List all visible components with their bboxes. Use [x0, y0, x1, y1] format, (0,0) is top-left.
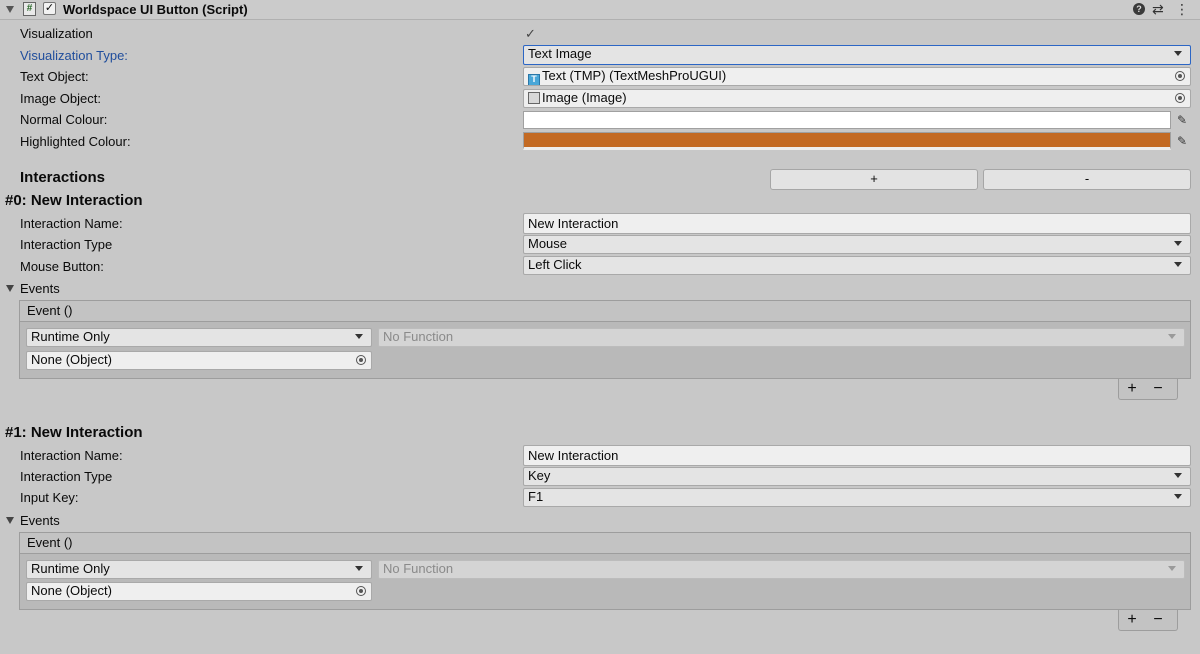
- component-title: Worldspace UI Button (Script): [63, 2, 248, 17]
- event-add-remove: + −: [1118, 610, 1178, 631]
- script-icon: #: [23, 2, 36, 16]
- event-add-remove: + −: [1118, 379, 1178, 400]
- add-event-button[interactable]: +: [1119, 379, 1145, 398]
- interaction-type-dropdown[interactable]: Mouse: [523, 235, 1191, 254]
- interaction-type-value: Mouse: [528, 236, 568, 251]
- input-key-label: Input Key:: [20, 490, 79, 505]
- runtime-value: Runtime Only: [31, 329, 110, 344]
- textmeshpro-icon: T: [528, 74, 540, 85]
- context-menu-icon[interactable]: ⋮: [1175, 0, 1189, 18]
- mouse-button-value: Left Click: [528, 257, 582, 272]
- foldout-arrow-icon[interactable]: [6, 6, 14, 13]
- highlighted-colour-label: Highlighted Colour:: [20, 134, 131, 149]
- text-object-field[interactable]: T Text (TMP) (TextMeshProUGUI): [523, 67, 1191, 86]
- chevron-down-icon: [1168, 566, 1176, 571]
- visualization-checkbox[interactable]: ✓: [525, 27, 538, 40]
- input-key-dropdown[interactable]: F1: [523, 488, 1191, 507]
- add-interaction-button[interactable]: +: [770, 169, 978, 190]
- remove-event-button[interactable]: −: [1145, 379, 1171, 398]
- event-object-field[interactable]: None (Object): [26, 582, 372, 601]
- add-event-button[interactable]: +: [1119, 610, 1145, 629]
- input-key-value: F1: [528, 489, 544, 504]
- interaction-name-label: Interaction Name:: [20, 216, 123, 231]
- help-icon[interactable]: ?: [1133, 3, 1145, 15]
- eyedropper-icon[interactable]: ✎: [1173, 111, 1191, 129]
- normal-colour-swatch[interactable]: [523, 111, 1171, 129]
- event-object-value: None (Object): [31, 352, 112, 367]
- object-picker-icon[interactable]: [1175, 93, 1185, 103]
- text-object-value: Text (TMP) (TextMeshProUGUI): [542, 68, 727, 83]
- interaction-type-dropdown[interactable]: Key: [523, 467, 1191, 486]
- runtime-value: Runtime Only: [31, 561, 110, 576]
- interaction-type-label: Interaction Type: [20, 237, 113, 252]
- chevron-down-icon: [1174, 241, 1182, 246]
- events-label: Events: [20, 281, 60, 296]
- interaction-type-value: Key: [528, 468, 551, 483]
- image-icon: [528, 92, 540, 104]
- mouse-button-dropdown[interactable]: Left Click: [523, 256, 1191, 275]
- interaction-name-input[interactable]: New Interaction: [523, 445, 1191, 466]
- function-value: No Function: [383, 561, 454, 576]
- chevron-down-icon: [1168, 334, 1176, 339]
- remove-interaction-button[interactable]: -: [983, 169, 1191, 190]
- image-object-field[interactable]: Image (Image): [523, 89, 1191, 108]
- interaction-name-input[interactable]: New Interaction: [523, 213, 1191, 234]
- object-picker-icon[interactable]: [1175, 71, 1185, 81]
- chevron-down-icon: [1174, 494, 1182, 499]
- events-label: Events: [20, 513, 60, 528]
- remove-event-button[interactable]: −: [1145, 610, 1171, 629]
- events-foldout-icon[interactable]: [6, 517, 14, 524]
- function-dropdown[interactable]: No Function: [378, 560, 1185, 579]
- mouse-button-label: Mouse Button:: [20, 259, 104, 274]
- eyedropper-icon[interactable]: ✎: [1173, 132, 1191, 150]
- event-header: Event (): [19, 300, 1191, 322]
- image-object-value: Image (Image): [542, 90, 627, 105]
- event-object-field[interactable]: None (Object): [26, 351, 372, 370]
- interaction-type-label: Interaction Type: [20, 469, 113, 484]
- event-header: Event (): [19, 532, 1191, 554]
- function-dropdown[interactable]: No Function: [378, 328, 1185, 347]
- text-object-label: Text Object:: [20, 69, 89, 84]
- visualization-label: Visualization: [20, 26, 93, 41]
- highlighted-colour-swatch[interactable]: [523, 132, 1171, 150]
- chevron-down-icon: [355, 334, 363, 339]
- image-object-label: Image Object:: [20, 91, 101, 106]
- normal-colour-label: Normal Colour:: [20, 112, 108, 127]
- object-picker-icon[interactable]: [356, 355, 366, 365]
- events-foldout-icon[interactable]: [6, 285, 14, 292]
- component-enabled-checkbox[interactable]: ✓: [43, 2, 56, 15]
- interaction-header: #0: New Interaction: [5, 192, 143, 209]
- interaction-header: #1: New Interaction: [5, 424, 143, 441]
- chevron-down-icon: [1174, 51, 1182, 56]
- runtime-dropdown[interactable]: Runtime Only: [26, 560, 372, 579]
- visualization-type-dropdown[interactable]: Text Image: [523, 45, 1191, 65]
- visualization-type-value: Text Image: [528, 46, 592, 61]
- interactions-title: Interactions: [20, 169, 106, 186]
- runtime-dropdown[interactable]: Runtime Only: [26, 328, 372, 347]
- presets-icon[interactable]: ⇄: [1152, 0, 1164, 18]
- event-object-value: None (Object): [31, 583, 112, 598]
- chevron-down-icon: [355, 566, 363, 571]
- visualization-type-label: Visualization Type:: [20, 48, 128, 63]
- interaction-name-label: Interaction Name:: [20, 448, 123, 463]
- object-picker-icon[interactable]: [356, 586, 366, 596]
- chevron-down-icon: [1174, 473, 1182, 478]
- function-value: No Function: [383, 329, 454, 344]
- chevron-down-icon: [1174, 262, 1182, 267]
